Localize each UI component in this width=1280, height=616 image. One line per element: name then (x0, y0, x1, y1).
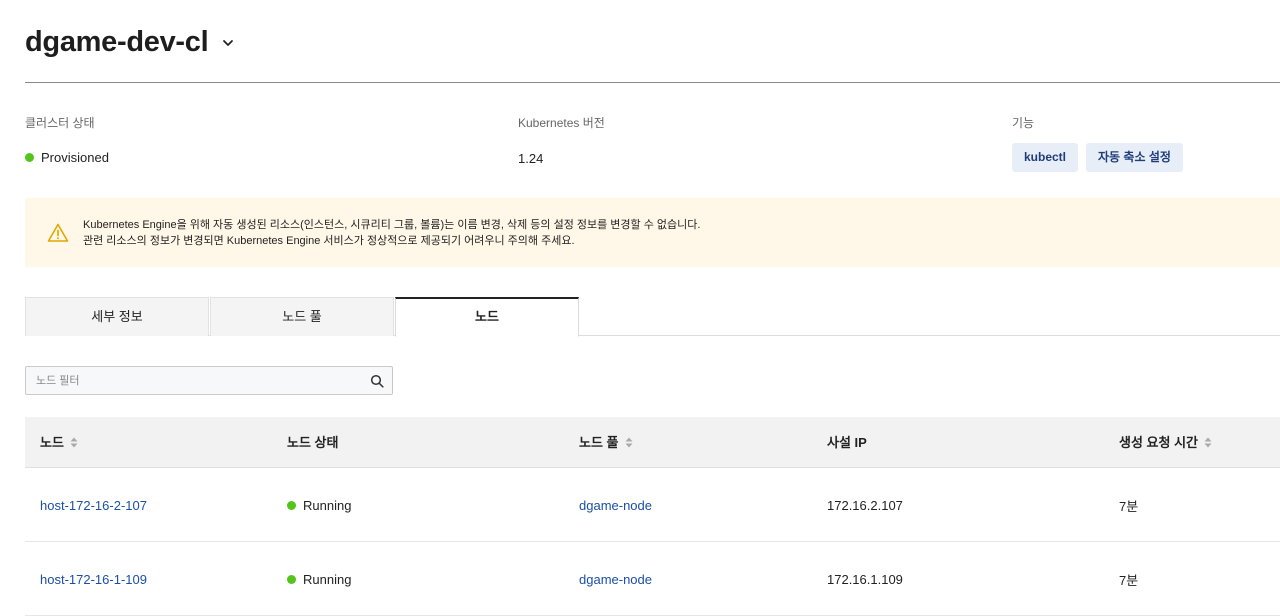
header-divider (25, 82, 1280, 83)
features-label: 기능 (1012, 116, 1035, 130)
column-header-node-status: 노드 상태 (287, 435, 339, 450)
search-icon[interactable] (370, 374, 384, 388)
node-filter (25, 366, 393, 395)
cluster-title: dgame-dev-cl (25, 26, 209, 58)
status-dot-icon (25, 153, 34, 162)
node-pool-link[interactable]: dgame-node (579, 498, 652, 513)
tab-node-pool[interactable]: 노드 풀 (210, 297, 394, 336)
nodes-table: 노드 노드 상태 노드 풀 사설 IP 생성 요청 시간 host-172-16… (25, 417, 1280, 616)
node-filter-input[interactable] (26, 367, 370, 394)
node-status: Running (303, 497, 352, 513)
table-header: 노드 노드 상태 노드 풀 사설 IP 생성 요청 시간 (25, 417, 1280, 468)
chevron-down-icon[interactable] (222, 37, 234, 49)
column-header-private-ip: 사설 IP (827, 435, 867, 450)
k8s-version-section: Kubernetes 버전 1.24 (518, 114, 605, 166)
node-pool-link[interactable]: dgame-node (579, 572, 652, 587)
cluster-status-label: 클러스터 상태 (25, 116, 95, 130)
column-header-node-pool: 노드 풀 (579, 435, 619, 450)
warning-triangle-icon (47, 223, 69, 242)
page-header: dgame-dev-cl (25, 26, 234, 59)
sort-icon[interactable] (625, 437, 633, 448)
node-status: Running (303, 571, 352, 587)
table-row: host-172-16-1-109 Running dgame-node 172… (25, 542, 1280, 616)
status-dot-icon (287, 574, 296, 584)
node-created: 7분 (1119, 498, 1139, 514)
node-created: 7분 (1119, 572, 1139, 588)
kubectl-button[interactable]: kubectl (1012, 143, 1079, 172)
k8s-version-label: Kubernetes 버전 (518, 116, 605, 130)
cluster-status-value: Provisioned (41, 150, 109, 165)
tab-details[interactable]: 세부 정보 (25, 297, 209, 336)
autoscale-settings-button[interactable]: 자동 축소 설정 (1086, 143, 1183, 172)
cluster-status-section: 클러스터 상태 Provisioned (25, 114, 109, 165)
table-row: host-172-16-2-107 Running dgame-node 172… (25, 468, 1280, 542)
status-dot-icon (287, 500, 296, 510)
node-ip: 172.16.2.107 (827, 497, 903, 513)
column-header-node: 노드 (40, 435, 64, 450)
features-section: 기능 kubectl 자동 축소 설정 (1012, 114, 1183, 172)
node-ip: 172.16.1.109 (827, 571, 903, 587)
tab-bar: 세부 정보 노드 풀 노드 (25, 297, 1280, 337)
k8s-version-value: 1.24 (518, 151, 544, 166)
sort-icon[interactable] (70, 437, 78, 448)
tab-nodes[interactable]: 노드 (395, 297, 579, 337)
sort-icon[interactable] (1204, 437, 1212, 448)
warning-line-2: 관련 리소스의 정보가 변경되면 Kubernetes Engine 서비스가 … (83, 234, 575, 247)
column-header-created: 생성 요청 시간 (1119, 435, 1198, 450)
node-name-link[interactable]: host-172-16-1-109 (40, 572, 147, 587)
warning-line-1: Kubernetes Engine을 위해 자동 생성된 리소스(인스턴스, 시… (83, 218, 701, 231)
warning-banner: Kubernetes Engine을 위해 자동 생성된 리소스(인스턴스, 시… (25, 198, 1280, 267)
node-name-link[interactable]: host-172-16-2-107 (40, 498, 147, 513)
